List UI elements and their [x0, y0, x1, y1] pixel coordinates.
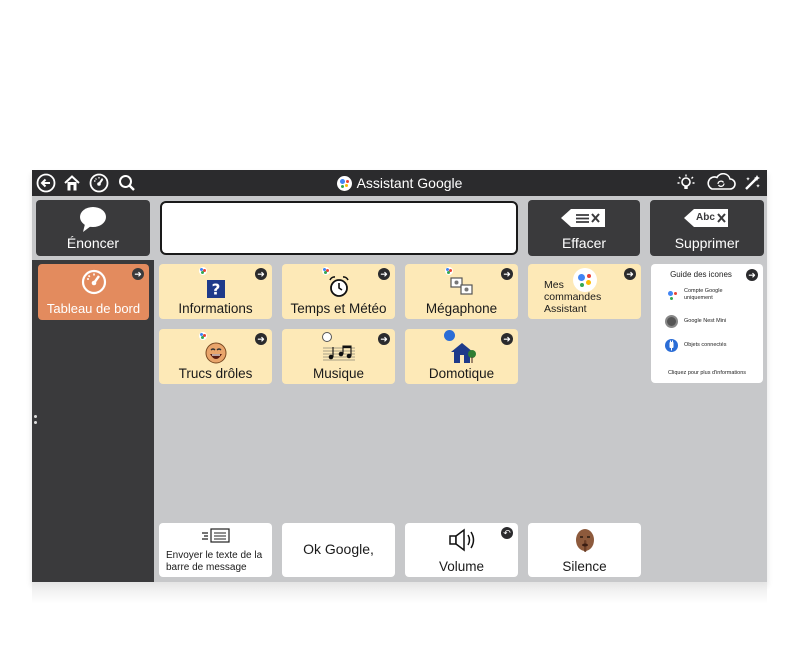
top-bar: Assistant Google	[32, 170, 767, 196]
tile-label: Temps et Météo	[290, 301, 387, 316]
cloud-sync-icon[interactable]	[704, 173, 738, 193]
google-assistant-icon	[199, 267, 207, 275]
brightness-icon[interactable]	[676, 173, 696, 193]
guide-item-text: Compte Google uniquement	[684, 288, 723, 301]
shush-face-icon	[573, 528, 597, 559]
app-title: Assistant Google	[32, 170, 767, 196]
tile-label: Mégaphone	[425, 301, 498, 316]
ok-google-tile[interactable]: Ok Google,	[282, 523, 395, 577]
guide-item-text: Objets connectés	[684, 342, 727, 349]
guide-footer: Cliquez pour plus d'informations	[667, 370, 747, 376]
edit-wand-icon[interactable]	[742, 173, 762, 193]
undo-arrow-icon: ↶	[501, 527, 513, 539]
music-notes-icon	[322, 343, 356, 368]
resize-handle[interactable]	[34, 421, 37, 424]
resize-handle[interactable]	[34, 415, 37, 418]
broadcast-devices-icon	[449, 276, 475, 303]
google-assistant-icon	[445, 267, 453, 275]
app-window: Assistant Google Énoncer Effacer Abc Sup…	[32, 170, 767, 582]
clear-label: Effacer	[561, 235, 607, 251]
arrow-right-icon: ➜	[378, 333, 390, 345]
delete-icon-text: Abc	[696, 212, 715, 223]
dashboard-label: Tableau de bord	[46, 301, 141, 316]
tile-jokes[interactable]: ➜ Trucs drôles	[159, 329, 272, 384]
nest-mini-icon	[665, 315, 678, 328]
silence-tile[interactable]: Silence	[528, 523, 641, 577]
clear-button[interactable]: Effacer	[528, 200, 640, 256]
alarm-clock-icon	[327, 275, 351, 304]
tile-weather[interactable]: ➜ Temps et Météo	[282, 264, 395, 319]
tile-label: Mes commandes Assistant	[544, 279, 602, 315]
tile-music[interactable]: ➜ Musique	[282, 329, 395, 384]
dashboard-gauge-icon	[80, 269, 108, 300]
title-text: Assistant Google	[356, 175, 463, 191]
google-assistant-icon	[336, 175, 352, 191]
tile-label: Silence	[562, 559, 607, 574]
speak-label: Énoncer	[66, 235, 120, 251]
house-icon	[447, 340, 477, 369]
arrow-right-icon: ➜	[501, 333, 513, 345]
tile-home-automation[interactable]: ➜ Domotique	[405, 329, 518, 384]
tile-label: Ok Google,	[303, 541, 374, 557]
speaker-icon	[448, 528, 476, 557]
tile-label: Volume	[438, 559, 485, 574]
message-bar[interactable]	[160, 201, 518, 255]
speak-button[interactable]: Énoncer	[36, 200, 150, 256]
tile-megaphone[interactable]: ➜ Mégaphone	[405, 264, 518, 319]
guide-item-text: Google Nest Mini	[684, 318, 727, 325]
tile-label: Musique	[312, 366, 365, 381]
arrow-right-icon: ➜	[132, 268, 144, 280]
delete-button[interactable]: Abc Supprimer	[650, 200, 764, 256]
connected-plug-icon	[665, 339, 678, 352]
tile-label: Informations	[178, 301, 253, 316]
delete-icon: Abc	[682, 205, 732, 238]
reflection	[32, 582, 767, 604]
clear-icon	[559, 205, 609, 238]
send-message-tile[interactable]: Envoyer le texte de la barre de message	[159, 523, 272, 577]
arrow-right-icon: ➜	[501, 268, 513, 280]
guide-title: Guide des icones	[670, 270, 732, 279]
guide-item: Objets connectés	[665, 339, 727, 352]
google-assistant-icon	[199, 332, 207, 340]
arrow-right-icon: ➜	[378, 268, 390, 280]
arrow-right-icon: ➜	[255, 333, 267, 345]
guide-item: Compte Google uniquement	[665, 288, 744, 301]
sidebar: ➜ Tableau de bord	[32, 260, 154, 582]
arrow-right-icon: ➜	[624, 268, 636, 280]
tile-informations[interactable]: ➜ ? Informations	[159, 264, 272, 319]
message-list-icon	[201, 528, 231, 549]
tile-label: Domotique	[428, 366, 495, 381]
svg-text:?: ?	[211, 281, 220, 299]
nest-mini-icon	[322, 332, 332, 342]
speech-bubble-icon	[78, 205, 108, 238]
google-assistant-icon	[665, 288, 678, 301]
delete-label: Supprimer	[674, 235, 740, 251]
tile-label: Envoyer le texte de la barre de message	[166, 550, 263, 573]
volume-tile[interactable]: ↶ Volume	[405, 523, 518, 577]
icon-guide-card[interactable]: ➜ Guide des icones Compte Google uniquem…	[651, 264, 763, 383]
google-assistant-icon	[322, 267, 330, 275]
tile-label: Trucs drôles	[178, 366, 253, 381]
dashboard-tile[interactable]: ➜ Tableau de bord	[38, 264, 149, 320]
guide-item: Google Nest Mini	[665, 315, 726, 328]
tile-my-commands[interactable]: ➜ Mes commandes Assistant	[528, 264, 641, 319]
arrow-right-icon: ➜	[255, 268, 267, 280]
